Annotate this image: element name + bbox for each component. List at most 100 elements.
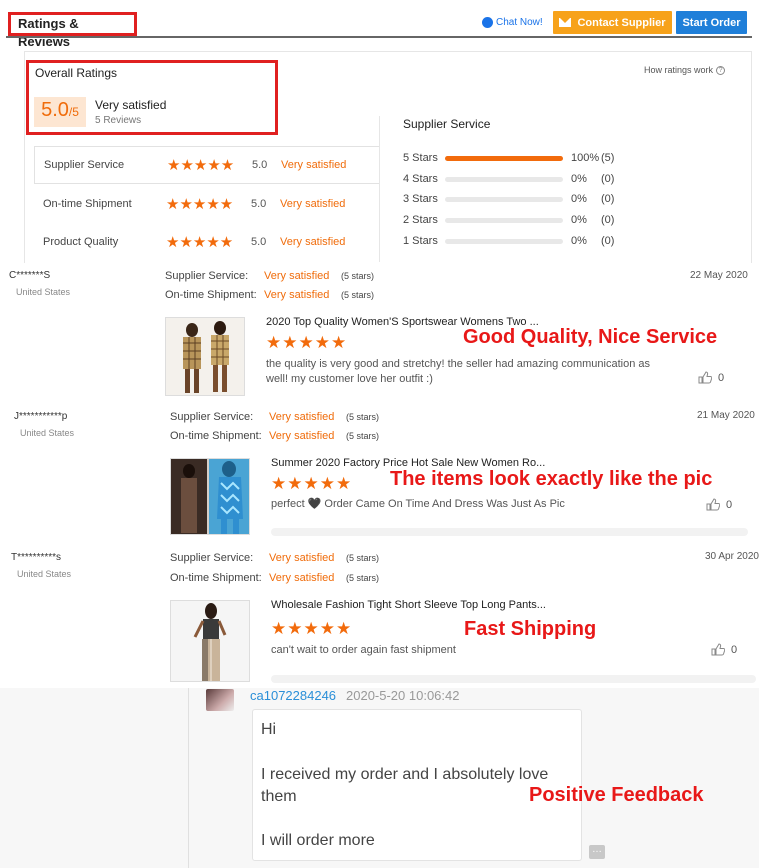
product-image[interactable] <box>170 458 250 535</box>
distribution-row: 3 Stars 0% (0) <box>403 191 631 207</box>
distribution-percent: 0% <box>571 214 587 226</box>
distribution-bar-fill <box>445 155 563 161</box>
distribution-count: (5) <box>601 152 615 164</box>
criteria-name: On-time Shipment <box>43 198 132 210</box>
distribution-label: 4 Stars <box>403 173 438 185</box>
contact-supplier-label: Contact Supplier <box>577 16 666 29</box>
distribution-row: 2 Stars 0% (0) <box>403 212 631 228</box>
distribution-bar <box>445 155 563 161</box>
overall-score: 5.0/5 <box>34 97 86 127</box>
meta-value: Very satisfied <box>264 270 330 282</box>
start-order-button[interactable]: Start Order <box>676 11 747 34</box>
contact-supplier-button[interactable]: Contact Supplier <box>553 11 672 34</box>
review-date: 22 May 2020 <box>690 270 748 281</box>
meta-value: Very satisfied <box>264 289 330 301</box>
review-shipment: On-time Shipment: Very satisfied (5 star… <box>170 572 379 584</box>
distribution-count: (0) <box>601 173 615 185</box>
review-divider <box>271 528 748 536</box>
chat-line: Hi <box>261 721 277 738</box>
like-button[interactable]: 0 <box>706 498 732 511</box>
product-image[interactable] <box>165 317 245 396</box>
chat-timestamp: 2020-5-20 10:06:42 <box>346 688 460 703</box>
distribution-label: 1 Stars <box>403 235 438 247</box>
criteria-row-supplier-service[interactable]: Supplier Service ★★★★★ 5.0 Very satisfie… <box>34 146 380 184</box>
meta-stars: (5 stars) <box>346 431 380 441</box>
overall-ratings-title: Overall Ratings <box>35 66 118 80</box>
envelope-icon <box>559 18 572 27</box>
chat-username[interactable]: ca1072284246 <box>250 688 336 703</box>
distribution-row: 4 Stars 0% (0) <box>403 171 631 187</box>
review-divider <box>271 675 756 683</box>
thumbs-up-icon <box>706 498 720 511</box>
criteria-score: 5.0 <box>252 159 268 171</box>
criteria-row-product-quality[interactable]: Product Quality ★★★★★ 5.0 Very satisfied <box>34 223 380 261</box>
distribution-bar <box>445 238 563 244</box>
feedback-overlay: Fast Shipping <box>464 618 597 640</box>
review-text: perfect 🖤 Order Came On Time And Dress W… <box>271 498 565 510</box>
distribution-label: 3 Stars <box>403 193 438 205</box>
product-title-link[interactable]: Wholesale Fashion Tight Short Sleeve Top… <box>271 599 546 611</box>
chat-line: I will order more <box>261 832 375 849</box>
review-date: 30 Apr 2020 <box>705 551 759 562</box>
reviewer-country: United States <box>20 428 75 438</box>
meta-stars: (5 stars) <box>346 412 380 422</box>
review-text: the quality is very good and stretchy! t… <box>266 358 650 385</box>
distribution-percent: 0% <box>571 173 587 185</box>
how-ratings-work-link[interactable]: How ratings work ? <box>644 65 726 75</box>
reviews-count: 5 Reviews <box>95 115 142 126</box>
meta-key: On-time Shipment: <box>165 289 257 301</box>
product-photo <box>171 459 249 534</box>
meta-stars: (5 stars) <box>341 271 375 281</box>
reviewer-name: T**********s <box>11 552 62 563</box>
like-button[interactable]: 0 <box>698 371 724 384</box>
review-stars-icon: ★★★★★ <box>271 474 353 493</box>
criteria-label: Very satisfied <box>280 236 346 248</box>
distribution-title: Supplier Service <box>403 117 491 131</box>
like-count: 0 <box>718 371 725 384</box>
criteria-name: Supplier Service <box>44 159 125 171</box>
distribution-percent: 0% <box>571 235 587 247</box>
distribution-count: (0) <box>601 214 615 226</box>
chat-now-link[interactable]: Chat Now! <box>482 14 543 30</box>
criteria-score: 5.0 <box>251 198 267 210</box>
review-date: 21 May 2020 <box>697 410 755 421</box>
meta-stars: (5 stars) <box>346 553 380 563</box>
thumbs-up-icon <box>698 371 712 384</box>
reviewer-country: United States <box>17 569 72 579</box>
score-value: 5.0 <box>41 99 69 121</box>
distribution-percent: 0% <box>571 193 587 205</box>
distribution-bar <box>445 217 563 223</box>
review-shipment: On-time Shipment: Very satisfied (5 star… <box>165 289 374 301</box>
distribution-bar <box>445 196 563 202</box>
more-icon[interactable]: … <box>589 845 605 859</box>
review-supplier-service: Supplier Service: Very satisfied (5 star… <box>170 411 379 423</box>
review-supplier-service: Supplier Service: Very satisfied (5 star… <box>165 270 374 282</box>
question-icon: ? <box>716 65 726 75</box>
meta-key: Supplier Service: <box>170 411 254 423</box>
meta-key: Supplier Service: <box>165 270 249 282</box>
product-image[interactable] <box>170 600 250 682</box>
criteria-score: 5.0 <box>251 236 267 248</box>
meta-stars: (5 stars) <box>346 573 380 583</box>
review-shipment: On-time Shipment: Very satisfied (5 star… <box>170 430 379 442</box>
distribution-percent: 100% <box>571 152 600 164</box>
review-stars-icon: ★★★★★ <box>266 333 348 352</box>
how-ratings-work-label: How ratings work <box>644 65 714 75</box>
section-title: Ratings & Reviews <box>8 12 137 49</box>
distribution-row: 5 Stars 100% (5) <box>403 150 631 166</box>
review-supplier-service: Supplier Service: Very satisfied (5 star… <box>170 552 379 564</box>
criteria-label: Very satisfied <box>280 198 346 210</box>
meta-value: Very satisfied <box>269 411 335 423</box>
criteria-row-on-time-shipment[interactable]: On-time Shipment ★★★★★ 5.0 Very satisfie… <box>34 185 380 223</box>
product-photo <box>171 601 249 681</box>
reviewer-name: C*******S <box>9 270 51 281</box>
like-count: 0 <box>726 498 733 511</box>
chat-now-label: Chat Now! <box>496 16 543 28</box>
review-text: can't wait to order again fast shipment <box>271 644 456 656</box>
score-max: /5 <box>68 105 79 119</box>
meta-key: On-time Shipment: <box>170 572 262 584</box>
panel-divider <box>379 116 380 262</box>
like-button[interactable]: 0 <box>711 643 737 656</box>
chat-line: I received my order and I absolutely lov… <box>261 766 549 805</box>
reviewer-name: J***********p <box>14 411 68 422</box>
